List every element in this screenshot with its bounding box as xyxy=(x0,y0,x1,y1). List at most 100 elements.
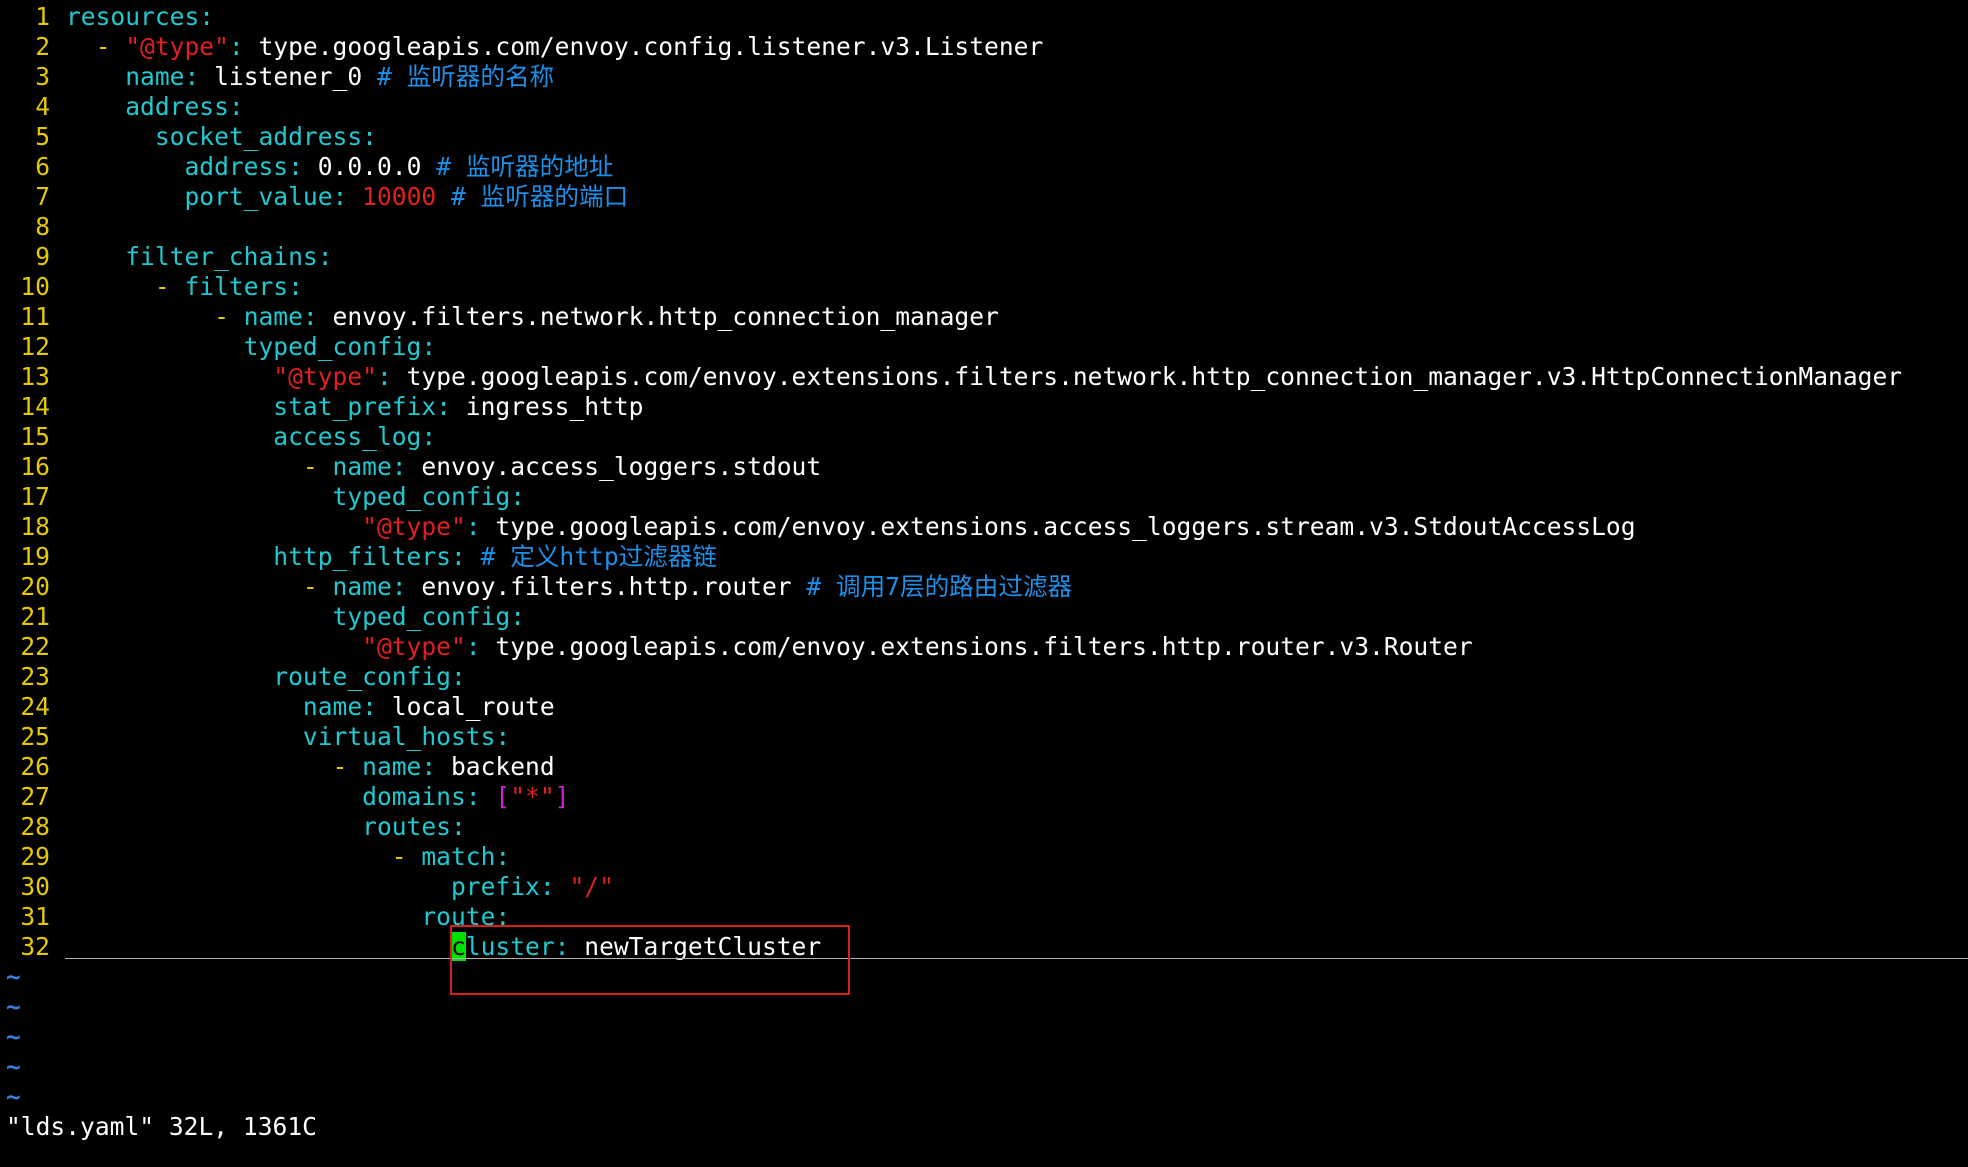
code-token: : xyxy=(362,692,392,721)
code-line[interactable]: 22 "@type": type.googleapis.com/envoy.ex… xyxy=(0,632,1473,662)
line-number: 27 xyxy=(20,782,50,811)
line-number: 12 xyxy=(20,332,50,361)
code-token: match xyxy=(421,842,496,871)
code-token: : xyxy=(288,272,303,301)
code-token: - xyxy=(66,302,244,331)
code-token: filter_chains xyxy=(66,242,318,271)
code-line[interactable]: 20 - name: envoy.filters.http.router # 调… xyxy=(0,572,1072,602)
code-token: : xyxy=(421,752,451,781)
code-line[interactable]: 24 name: local_route xyxy=(0,692,555,722)
line-number: 29 xyxy=(20,842,50,871)
code-line[interactable]: 19 http_filters: # 定义http过滤器链 xyxy=(0,542,717,572)
code-token: : xyxy=(228,92,244,121)
code-line[interactable]: 31 route: xyxy=(0,902,510,932)
code-token: : xyxy=(539,872,570,901)
code-line[interactable]: 1 resources: xyxy=(0,2,214,32)
code-line[interactable]: 6 address: 0.0.0.0 # 监听器的地址 xyxy=(0,152,613,182)
code-token: type.googleapis.com/envoy.extensions.fil… xyxy=(495,632,1473,661)
line-number: 6 xyxy=(35,152,50,181)
code-token: resources xyxy=(66,2,200,31)
code-line[interactable]: 2 - "@type": type.googleapis.com/envoy.c… xyxy=(0,32,1043,62)
line-number: 7 xyxy=(35,182,50,211)
code-token: - xyxy=(66,452,333,481)
code-line[interactable]: 3 name: listener_0 # 监听器的名称 xyxy=(0,62,554,92)
code-token: local_route xyxy=(391,692,555,721)
line-number: 20 xyxy=(20,572,50,601)
code-token: - xyxy=(66,752,363,781)
line-number: 30 xyxy=(20,872,50,901)
code-token: # 监听器的名称 xyxy=(376,62,555,91)
code-line[interactable]: 5 socket_address: xyxy=(0,122,377,152)
code-token: port_value xyxy=(66,182,333,211)
code-token: ingress_http xyxy=(465,392,644,421)
code-line[interactable]: 17 typed_config: xyxy=(0,482,525,512)
code-line[interactable]: 18 "@type": type.googleapis.com/envoy.ex… xyxy=(0,512,1635,542)
code-token: : xyxy=(450,812,466,841)
status-line: "lds.yaml" 32L, 1361C xyxy=(6,1112,317,1141)
code-token: name xyxy=(66,692,363,721)
code-line[interactable]: 9 filter_chains: xyxy=(0,242,332,272)
code-token: 10000 xyxy=(362,182,437,211)
code-line[interactable]: 12 typed_config: xyxy=(0,332,436,362)
code-line[interactable]: 8 xyxy=(0,212,66,242)
code-line[interactable]: 16 - name: envoy.access_loggers.stdout xyxy=(0,452,821,482)
code-token: : xyxy=(421,332,437,361)
code-token: : xyxy=(362,122,377,151)
code-token: "@type" xyxy=(273,362,377,391)
code-token: : xyxy=(510,482,526,511)
code-token: : xyxy=(199,2,215,31)
line-number: 2 xyxy=(35,32,50,61)
code-line[interactable]: 13 "@type": type.googleapis.com/envoy.ex… xyxy=(0,362,1902,392)
code-token: name xyxy=(362,752,422,781)
code-line[interactable]: 27 domains: ["*"] xyxy=(0,782,569,812)
code-token: : xyxy=(302,302,333,331)
code-token: - xyxy=(66,272,185,301)
code-token: stat_prefix xyxy=(66,392,437,421)
code-line[interactable]: 11 - name: envoy.filters.network.http_co… xyxy=(0,302,998,332)
line-number: 11 xyxy=(20,302,50,331)
line-number: 23 xyxy=(20,662,50,691)
code-token: name xyxy=(332,572,392,601)
code-token: "@type" xyxy=(125,32,229,61)
code-token: - xyxy=(66,572,333,601)
code-line[interactable]: 15 access_log: xyxy=(0,422,436,452)
code-token: : xyxy=(510,602,526,631)
code-line[interactable]: 28 routes: xyxy=(0,812,466,842)
code-token: "/" xyxy=(569,872,614,901)
code-token: "@type" xyxy=(362,512,466,541)
empty-line-marker: ~ xyxy=(6,1022,21,1051)
code-token: access_log xyxy=(66,422,422,451)
code-line[interactable]: 7 port_value: 10000 # 监听器的端口 xyxy=(0,182,628,212)
code-token: socket_address xyxy=(66,122,363,151)
code-token: envoy.filters.http.router xyxy=(421,572,807,601)
code-line[interactable]: 4 address: xyxy=(0,92,244,122)
code-token: # 监听器的端口 xyxy=(451,182,629,211)
code-token: prefix xyxy=(66,872,540,901)
code-line[interactable]: 21 typed_config: xyxy=(0,602,525,632)
code-line[interactable]: 25 virtual_hosts: xyxy=(0,722,510,752)
code-token: name xyxy=(243,302,303,331)
code-token: http_filters xyxy=(66,542,451,571)
line-number: 22 xyxy=(20,632,50,661)
line-number: 16 xyxy=(20,452,50,481)
vim-editor[interactable]: 1 resources: 2 - "@type": type.googleapis.… xyxy=(0,0,1968,1167)
code-token: [ xyxy=(495,782,511,811)
code-token: : xyxy=(228,32,259,61)
code-line[interactable]: 23 route_config: xyxy=(0,662,465,692)
code-line[interactable]: 10 - filters: xyxy=(0,272,303,302)
code-token: type.googleapis.com/envoy.config.listene… xyxy=(258,32,1044,61)
code-line[interactable]: 14 stat_prefix: ingress_http xyxy=(0,392,643,422)
code-line[interactable]: 29 - match: xyxy=(0,842,510,872)
empty-line-marker: ~ xyxy=(6,1052,21,1081)
code-token: "*" xyxy=(510,782,555,811)
code-token: typed_config xyxy=(66,482,511,511)
code-token: name xyxy=(332,452,392,481)
line-number: 8 xyxy=(35,212,50,241)
code-line[interactable]: 26 - name: backend xyxy=(0,752,554,782)
code-token: address xyxy=(66,92,229,121)
code-line[interactable]: 30 prefix: "/" xyxy=(0,872,614,902)
empty-line-marker: ~ xyxy=(6,1082,21,1111)
code-token: : xyxy=(332,182,363,211)
